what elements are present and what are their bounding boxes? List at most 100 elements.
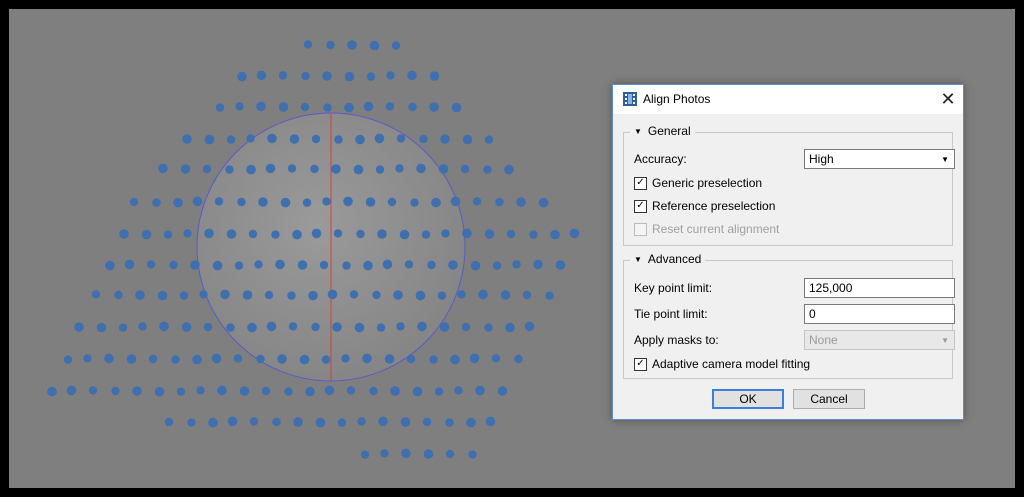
camera-marker[interactable] (369, 386, 378, 396)
camera-marker[interactable] (302, 198, 312, 207)
camera-marker[interactable] (421, 230, 431, 239)
camera-marker[interactable] (396, 134, 406, 143)
camera-marker[interactable] (235, 102, 244, 111)
camera-marker[interactable] (293, 417, 303, 427)
camera-marker[interactable] (192, 354, 202, 365)
camera-marker[interactable] (321, 355, 331, 364)
camera-marker[interactable] (454, 386, 463, 395)
camera-marker[interactable] (341, 354, 350, 363)
camera-marker[interactable] (88, 386, 98, 395)
camera-marker[interactable] (258, 197, 268, 207)
camera-marker[interactable] (326, 40, 335, 50)
camera-marker[interactable] (154, 386, 165, 397)
camera-marker[interactable] (429, 102, 439, 112)
camera-marker[interactable] (415, 290, 426, 301)
camera-marker[interactable] (227, 416, 238, 427)
camera-marker[interactable] (226, 135, 236, 144)
camera-marker[interactable] (163, 230, 173, 239)
camera-marker[interactable] (310, 164, 319, 174)
camera-marker[interactable] (529, 230, 538, 239)
camera-marker[interactable] (357, 417, 366, 426)
camera-marker[interactable] (353, 164, 364, 175)
camera-marker[interactable] (211, 353, 222, 364)
camera-marker[interactable] (208, 417, 218, 428)
camera-marker[interactable] (514, 354, 523, 364)
camera-marker[interactable] (190, 260, 200, 270)
camera-marker[interactable] (524, 321, 535, 332)
cancel-button[interactable]: Cancel (793, 389, 865, 409)
camera-marker[interactable] (332, 322, 342, 332)
camera-marker[interactable] (404, 260, 414, 269)
close-button[interactable]: ✕ (933, 85, 963, 114)
camera-marker[interactable] (429, 71, 440, 81)
camera-marker[interactable] (376, 323, 386, 332)
camera-marker[interactable] (495, 197, 504, 207)
camera-marker[interactable] (315, 417, 326, 428)
camera-marker[interactable] (287, 164, 297, 173)
camera-marker[interactable] (148, 354, 158, 364)
camera-marker[interactable] (132, 386, 142, 396)
camera-marker[interactable] (416, 163, 426, 174)
camera-marker[interactable] (180, 164, 191, 174)
camera-marker[interactable] (347, 40, 357, 50)
camera-marker[interactable] (331, 164, 341, 174)
camera-marker[interactable] (203, 322, 213, 332)
camera-marker[interactable] (545, 291, 554, 300)
camera-marker[interactable] (516, 197, 526, 207)
camera-marker[interactable] (391, 41, 401, 50)
camera-marker[interactable] (431, 197, 441, 208)
camera-marker[interactable] (457, 290, 466, 299)
camera-marker[interactable] (423, 449, 434, 459)
camera-marker[interactable] (126, 354, 137, 364)
camera-marker[interactable] (406, 354, 416, 364)
camera-marker[interactable] (119, 229, 129, 239)
camera-marker[interactable] (265, 163, 276, 174)
camera-marker[interactable] (246, 164, 256, 175)
camera-marker[interactable] (448, 260, 458, 270)
camera-marker[interactable] (492, 261, 502, 270)
camera-marker[interactable] (264, 290, 274, 300)
camera-marker[interactable] (422, 417, 432, 427)
camera-marker[interactable] (451, 102, 462, 113)
camera-marker[interactable] (141, 229, 152, 240)
camera-marker[interactable] (434, 387, 444, 396)
camera-marker[interactable] (441, 229, 450, 238)
camera-marker[interactable] (305, 386, 315, 397)
camera-marker[interactable] (247, 322, 257, 333)
camera-marker[interactable] (497, 386, 508, 396)
camera-marker[interactable] (129, 197, 139, 207)
camera-marker[interactable] (256, 70, 267, 81)
camera-marker[interactable] (334, 135, 343, 144)
camera-marker[interactable] (322, 71, 332, 81)
camera-marker[interactable] (437, 291, 447, 300)
camera-marker[interactable] (152, 198, 161, 207)
camera-marker[interactable] (360, 450, 370, 459)
camera-marker[interactable] (472, 197, 482, 206)
adaptive-fitting-checkbox[interactable]: ✓ (634, 357, 647, 371)
camera-marker[interactable] (407, 70, 417, 81)
camera-marker[interactable] (410, 198, 419, 207)
camera-marker[interactable] (522, 290, 532, 300)
camera-marker[interactable] (382, 259, 393, 270)
camera-marker[interactable] (256, 354, 265, 364)
camera-marker[interactable] (506, 229, 516, 239)
camera-marker[interactable] (267, 133, 277, 144)
camera-marker[interactable] (427, 260, 436, 270)
camera-marker[interactable] (311, 322, 320, 332)
camera-marker[interactable] (450, 196, 461, 207)
camera-marker[interactable] (344, 102, 354, 113)
camera-marker[interactable] (173, 197, 183, 208)
camera-marker[interactable] (375, 165, 385, 174)
camera-marker[interactable] (408, 102, 417, 112)
camera-marker[interactable] (204, 228, 214, 239)
general-group-header[interactable]: ▼ General (630, 124, 695, 138)
camera-marker[interactable] (512, 260, 521, 269)
camera-marker[interactable] (400, 417, 411, 427)
camera-marker[interactable] (505, 322, 515, 333)
camera-marker[interactable] (158, 163, 168, 174)
camera-marker[interactable] (440, 134, 450, 144)
camera-marker[interactable] (187, 418, 196, 427)
camera-marker[interactable] (249, 417, 259, 426)
camera-marker[interactable] (124, 259, 135, 270)
camera-marker[interactable] (280, 197, 291, 208)
